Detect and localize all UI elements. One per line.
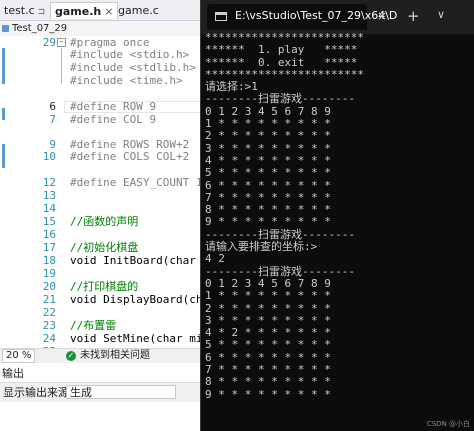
tab-test-c[interactable]: test.c ⊐ <box>0 2 49 19</box>
line-number: 24 <box>42 332 56 345</box>
comment-line: //布置雷 <box>70 319 117 332</box>
check-circle-icon: ✓ <box>66 351 76 361</box>
comment-line: //初始化棋盘 <box>70 241 139 254</box>
line-number: 6 <box>49 100 56 113</box>
console-line: 5 * * * * * * * * * <box>205 166 331 180</box>
line-number: 17 <box>42 241 56 254</box>
console-line: 5 * * * * * * * * * <box>205 338 331 352</box>
code-line: #define COL 9 <box>70 113 157 126</box>
tab-label: game.c <box>118 4 159 17</box>
code-line: #define EASY_COUNT 10 <box>70 176 210 189</box>
terminal-tab[interactable]: E:\vsStudio\Test_07_29\x64\D <box>207 4 397 30</box>
terminal-titlebar: E:\vsStudio\Test_07_29\x64\D × + ∨ <box>201 0 474 34</box>
comment-line: //函数的声明 <box>70 215 139 228</box>
close-icon[interactable]: × <box>377 9 387 23</box>
console-line: 9 * * * * * * * * * <box>205 215 331 229</box>
code-line: #define ROW 9 <box>70 100 157 113</box>
terminal-icon <box>215 12 227 21</box>
line-number: 16 <box>42 228 56 241</box>
tab-label: test.c <box>4 4 35 17</box>
code-line: #include <time.h> <box>70 74 183 87</box>
tab-game-h[interactable]: game.h × <box>50 2 119 19</box>
line-number: 15 <box>42 215 56 228</box>
tab-game-c[interactable]: game.c <box>114 2 163 19</box>
console-line: 6 * * * * * * * * * <box>205 178 331 192</box>
console-window[interactable]: E:\vsStudio\Test_07_29\x64\D × + ∨ *****… <box>200 0 474 431</box>
tab-label: game.h <box>55 5 102 18</box>
new-tab-icon[interactable]: + <box>407 7 420 25</box>
console-line: 2 * * * * * * * * * <box>205 301 331 315</box>
project-dropdown[interactable]: Test_07_29 <box>12 21 67 36</box>
console-line: 8 * * * * * * * * * <box>205 375 331 389</box>
change-marker <box>2 144 5 168</box>
line-number: 22 <box>42 306 56 319</box>
line-number: 29 <box>42 36 56 49</box>
fold-guide <box>61 48 62 84</box>
code-line: #define COLS COL+2 <box>70 150 190 163</box>
line-number: 21 <box>42 293 56 306</box>
console-line: --------扫雷游戏-------- <box>205 92 355 106</box>
line-number: 12 <box>42 176 56 189</box>
console-line: 1 * * * * * * * * * <box>205 289 331 303</box>
pin-icon[interactable]: ⊐ <box>38 7 46 17</box>
console-line: 4 2 <box>205 252 225 266</box>
output-title: 输出 <box>2 367 24 380</box>
code-line: #include <stdlib.h> <box>70 61 196 74</box>
close-icon[interactable]: × <box>104 5 113 18</box>
terminal-output[interactable]: ************************ ****** 1. play … <box>205 32 473 427</box>
change-marker <box>2 108 5 120</box>
chevron-down-icon[interactable]: ∨ <box>437 8 445 21</box>
line-number: 13 <box>42 189 56 202</box>
code-line: #include <stdio.h> <box>70 48 190 61</box>
issues-status[interactable]: 未找到相关问题 <box>80 349 150 363</box>
line-number: 18 <box>42 254 56 267</box>
change-marker <box>2 48 5 84</box>
fold-toggle-icon[interactable]: − <box>57 38 66 47</box>
line-number: 19 <box>42 267 56 280</box>
project-icon <box>2 25 9 32</box>
zoom-dropdown[interactable]: 20 % <box>2 349 36 363</box>
console-line: 2 * * * * * * * * * <box>205 129 331 143</box>
line-number: 23 <box>42 319 56 332</box>
line-number: 7 <box>49 113 56 126</box>
line-number: 10 <box>42 150 56 163</box>
console-line: ****** 1. play ***** <box>205 43 358 57</box>
watermark: CSDN @小白 <box>426 420 470 428</box>
line-number: 14 <box>42 202 56 215</box>
output-source-select[interactable]: 生成 <box>66 385 176 399</box>
console-line: 9 * * * * * * * * * <box>205 387 331 401</box>
comment-line: //打印棋盘的 <box>70 280 139 293</box>
line-number: 20 <box>42 280 56 293</box>
console-line: 请输入要排查的坐标:> <box>205 240 318 254</box>
terminal-title: E:\vsStudio\Test_07_29\x64\D <box>235 9 398 22</box>
